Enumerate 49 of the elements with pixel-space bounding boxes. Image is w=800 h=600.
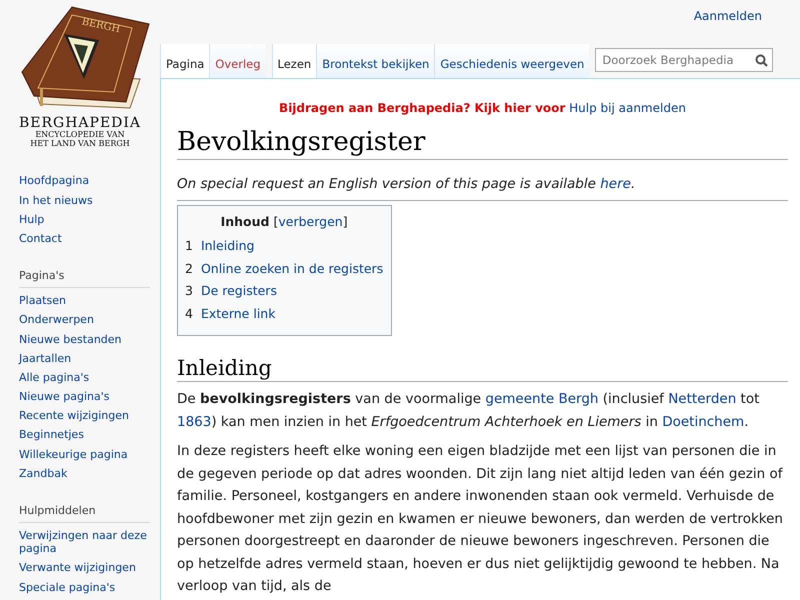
sidebar-link[interactable]: Zandbak — [19, 466, 150, 480]
sidebar-link[interactable]: Willekeurige pagina — [19, 448, 150, 461]
search-field[interactable]: Doorzoek Berghapedia — [595, 48, 774, 72]
hatnote: On special request an English version of this page is available here. — [177, 160, 788, 201]
namespace-tab[interactable]: Pagina — [160, 44, 210, 79]
sidebar-link[interactable]: Jaartallen — [19, 352, 150, 365]
sidebar-heading: Hulpmiddelen — [19, 500, 150, 523]
sidebar-link[interactable]: Speciale pagina's — [19, 580, 150, 594]
section-heading: Inleiding — [177, 356, 788, 382]
paragraph: In deze registers heeft elke woning een eigen bladzijde met een lijst van personen die in de gegeven periode op dat adres woonden. Dit zijn lang niet altijd leden van één gezin of familie. Personeel, kostgangers en andere inwonenden staan ook vermeld. Verhuisde de hoofdbewoner met zijn gezin en kwamen er nieuwe bewoners, dan werden de vertrokken personen doorgestreept en daaronder de nieuwe bewoners ingeschreven. Personen die op hetzelfde adres vermeld staan, hoeven er dus niet gelijktijdig gewoond te hebben. Na verloop van tijd, als de — [177, 442, 784, 596]
bracket: ] — [342, 214, 348, 229]
sidebar-heading: Pagina's — [19, 265, 150, 288]
sidebar-link[interactable]: Onderwerpen — [19, 313, 150, 326]
sidebar-link[interactable]: Alle pagina's — [19, 370, 150, 384]
article-link[interactable]: gemeente Bergh — [485, 391, 598, 407]
logo-wordmark: BERGHAPEDIA — [18, 116, 142, 130]
article-link[interactable]: 1863 — [177, 414, 212, 430]
toc-entry[interactable]: 4 Externe link — [185, 302, 384, 325]
sidebar-link[interactable]: Verwante wijzigingen — [19, 561, 150, 575]
toc-entry[interactable]: 2 Online zoeken in de registers — [185, 258, 384, 280]
logo-tagline: HET LAND VAN BERGH — [30, 139, 130, 148]
view-tab[interactable]: Lezen — [272, 44, 316, 79]
article-link[interactable]: Doetinchem — [662, 414, 744, 430]
toc-entry[interactable]: 1 Inleiding — [185, 235, 384, 258]
sidebar-link[interactable]: Contact — [19, 232, 150, 246]
login-link[interactable]: Aanmelden — [694, 9, 762, 44]
help-link[interactable]: Hulp bij aanmelden — [569, 101, 686, 115]
site-notice: Bijdragen aan Berghapedia? Kijk hier voor Hulp bij aanmelden — [278, 101, 687, 115]
paragraph: De bevolkingsregisters van de voormalige gemeente Bergh (inclusief Netterden tot 1863) kan men inzien in het Erfgoedcentrum Achterhoek en Liemers in Doetinchem. — [177, 390, 760, 432]
sidebar-link[interactable]: Recente wijzigingen — [19, 409, 150, 422]
namespace-tab[interactable]: Overleg — [209, 44, 266, 79]
sidebar-link[interactable]: Nieuwe pagina's — [19, 390, 150, 404]
sidebar-link[interactable]: Hulp — [19, 212, 150, 226]
sidebar-link[interactable]: Verwijzingen naar deze pagina — [19, 529, 150, 556]
view-tab[interactable]: Geschiedenis weergeven — [434, 44, 590, 79]
toc-toggle-link[interactable]: verbergen — [278, 214, 343, 229]
logo-tagline: ENCYCLOPEDIE VAN — [35, 130, 125, 140]
sidebar-link[interactable]: Hoofdpagina — [19, 174, 150, 188]
sidebar-link[interactable]: Plaatsen — [19, 294, 150, 308]
sidebar-link[interactable]: In het nieuws — [19, 194, 150, 207]
toc-entry[interactable]: 3 De registers — [185, 280, 384, 302]
article-link[interactable]: Netterden — [668, 391, 736, 407]
sidebar-link[interactable]: Nieuwe bestanden — [19, 332, 150, 346]
toc-title: Inhoud — [220, 214, 270, 229]
sidebar-link[interactable]: Beginnetjes — [19, 428, 150, 442]
bracket: [ — [274, 214, 278, 229]
view-tab[interactable]: Brontekst bekijken — [316, 44, 434, 79]
article-link[interactable]: here — [600, 176, 631, 192]
page-title: Bevolkingsregister — [177, 127, 788, 160]
